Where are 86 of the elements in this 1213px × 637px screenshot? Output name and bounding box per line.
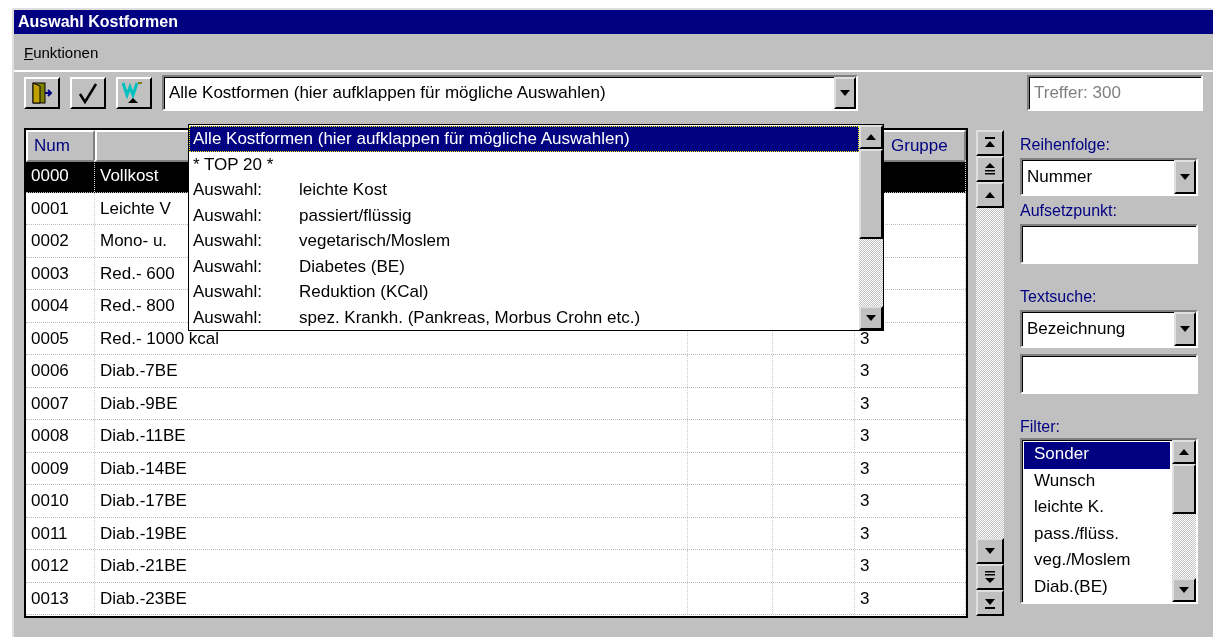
table-cell: 0003 xyxy=(26,257,95,289)
sort-order-combo[interactable]: Nummer xyxy=(1020,158,1198,196)
list-scrollbar[interactable] xyxy=(1172,440,1196,602)
table-row[interactable]: 0010 Diab.-17BE 3 xyxy=(26,485,966,518)
dropdown-scrollbar[interactable] xyxy=(859,125,883,330)
table-cell: 3 xyxy=(855,420,966,452)
table-cell: 0007 xyxy=(26,387,95,419)
up-arrow-icon xyxy=(1179,449,1189,455)
table-row[interactable]: 0009 Diab.-14BE 3 xyxy=(26,452,966,485)
down-arrow-icon xyxy=(985,548,995,554)
scroll-thumb[interactable] xyxy=(1172,464,1196,514)
to-top-icon xyxy=(984,137,996,149)
table-cell: Diab.-14BE xyxy=(95,452,688,484)
text-search-combo[interactable]: Bezeichnung xyxy=(1020,310,1198,348)
table-cell: 0010 xyxy=(26,485,95,517)
scroll-up-button[interactable] xyxy=(976,182,1004,208)
checkmark-icon xyxy=(77,82,99,104)
table-row[interactable]: 0007 Diab.-9BE 3 xyxy=(26,387,966,420)
table-cell: 3 xyxy=(855,387,966,419)
table-cell: 0008 xyxy=(26,420,95,452)
down-arrow-icon xyxy=(840,90,850,96)
table-cell: Diab.-17BE xyxy=(95,485,688,517)
word-export-button[interactable] xyxy=(116,77,152,109)
diet-selection-combo[interactable]: Alle Kostformen (hier aufklappen für mögliche Auswahlen) xyxy=(162,75,858,111)
table-cell: 0006 xyxy=(26,355,95,387)
table-cell: 3 xyxy=(855,452,966,484)
filter-list[interactable]: Sonder Wunsch leichte K. pass./flüss. veg./Moslem Diab.(BE) xyxy=(1020,438,1198,604)
field-label: Aufsetzpunkt: xyxy=(1020,202,1118,220)
table-cell: Diab.-21BE xyxy=(95,550,688,582)
up-arrow-icon xyxy=(985,192,995,198)
table-cell: 3 xyxy=(855,517,966,549)
table-cell: Diab.-19BE xyxy=(95,517,688,549)
table-cell: 3 xyxy=(855,355,966,387)
dropdown-option[interactable]: Alle Kostformen (hier aufklappen für mögliche Auswahlen) xyxy=(189,126,859,152)
table-cell: Diab.-7BE xyxy=(95,355,688,387)
table-cell: 3 xyxy=(855,550,966,582)
field-label: Reihenfolge: xyxy=(1020,136,1111,154)
page-down-icon xyxy=(984,571,996,583)
scroll-top-button[interactable] xyxy=(976,130,1004,156)
table-cell: 3 xyxy=(855,582,966,614)
door-icon xyxy=(31,82,53,104)
table-cell: 0000 xyxy=(26,160,95,192)
vertical-scrollbar[interactable] xyxy=(976,130,1004,616)
table-cell: 0013 xyxy=(26,582,95,614)
table-row[interactable]: 0011 Diab.-19BE 3 xyxy=(26,517,966,550)
scroll-down-button[interactable] xyxy=(1172,578,1196,602)
text-search-field[interactable] xyxy=(1020,354,1198,394)
scroll-up-button[interactable] xyxy=(1172,440,1196,464)
menu-item[interactable]: Funktionen xyxy=(24,43,99,61)
field-label: Filter: xyxy=(1020,418,1061,436)
to-bottom-icon xyxy=(984,597,996,609)
scroll-down-button[interactable] xyxy=(859,306,883,330)
up-arrow-icon xyxy=(866,134,876,140)
table-cell: 0011 xyxy=(26,517,95,549)
down-arrow-icon xyxy=(866,315,876,321)
scroll-up-button[interactable] xyxy=(859,125,883,149)
window-title: Auswahl Kostformen xyxy=(14,10,1213,34)
table-cell: 0012 xyxy=(26,550,95,582)
start-point-field[interactable] xyxy=(1020,224,1198,264)
confirm-button[interactable] xyxy=(70,77,106,109)
column-header[interactable]: Num xyxy=(26,130,95,162)
down-arrow-icon xyxy=(1179,587,1189,593)
exit-button[interactable] xyxy=(24,77,60,109)
down-arrow-icon xyxy=(1180,174,1190,180)
table-cell: Diab.-11BE xyxy=(95,420,688,452)
table-cell: 3 xyxy=(855,485,966,517)
table-cell: 0004 xyxy=(26,290,95,322)
table-cell: Diab.-23BE xyxy=(95,582,688,614)
scroll-bottom-button[interactable] xyxy=(976,590,1004,616)
table-cell: 0001 xyxy=(26,192,95,224)
table-cell: Diab.-9BE xyxy=(95,387,688,419)
table-row[interactable]: 0008 Diab.-11BE 3 xyxy=(26,420,966,453)
page-up-button[interactable] xyxy=(976,156,1004,182)
page-up-icon xyxy=(984,163,996,175)
scroll-down-button[interactable] xyxy=(976,538,1004,564)
table-row[interactable]: 0006 Diab.-7BE 3 xyxy=(26,355,966,388)
scroll-thumb[interactable] xyxy=(859,149,883,239)
filter-item[interactable]: Sonder xyxy=(1024,442,1170,469)
table-row[interactable]: 0012 Diab.-21BE 3 xyxy=(26,550,966,583)
table-cell: 0002 xyxy=(26,225,95,257)
table-cell: 0005 xyxy=(26,322,95,354)
page-down-button[interactable] xyxy=(976,564,1004,590)
field-label: Textsuche: xyxy=(1020,288,1098,306)
table-row[interactable]: 0013 Diab.-23BE 3 xyxy=(26,582,966,615)
table-cell: 0009 xyxy=(26,452,95,484)
down-arrow-icon xyxy=(1180,326,1190,332)
